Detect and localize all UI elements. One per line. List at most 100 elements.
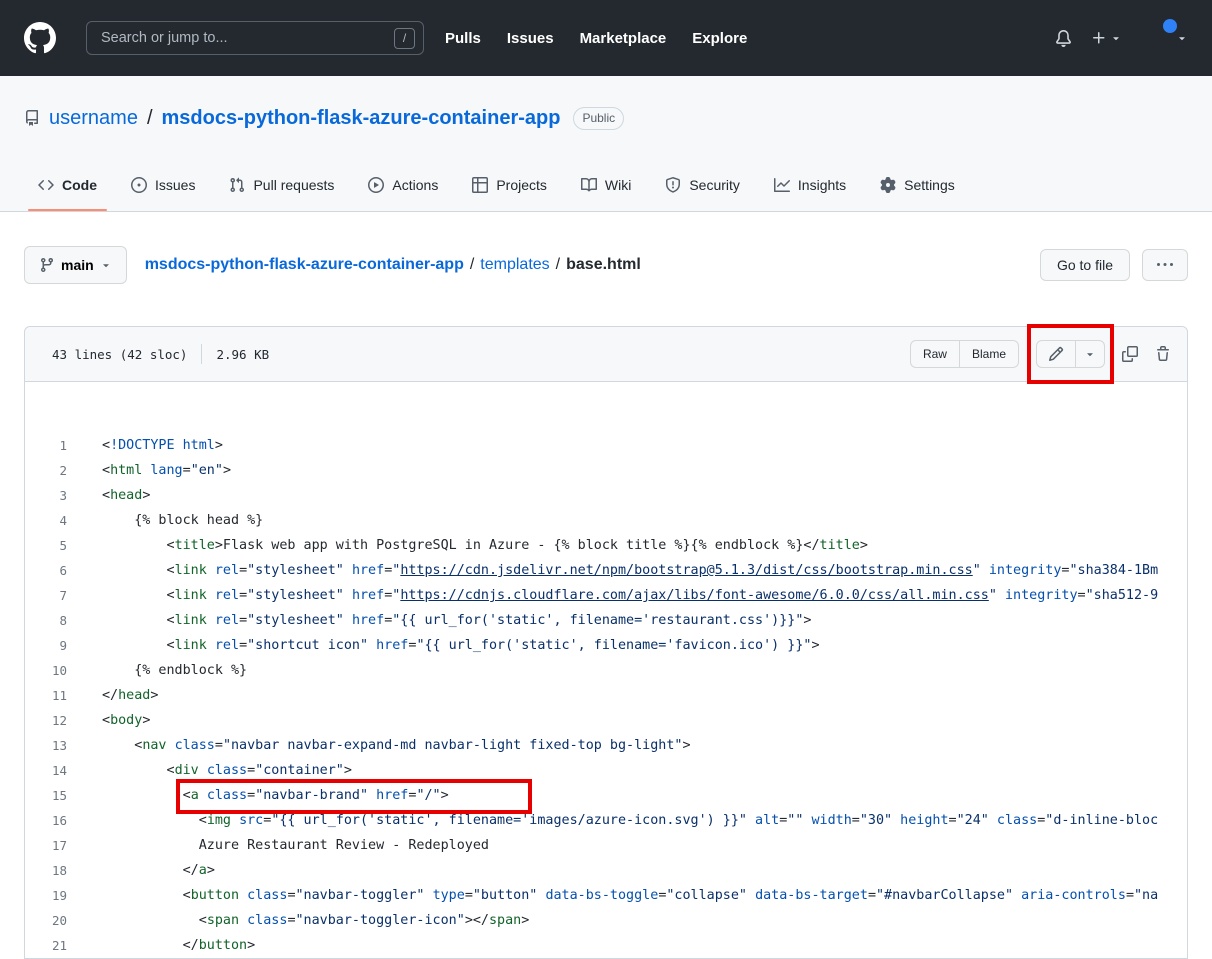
code-text: <img src="{{ url_for('static', filename=… — [79, 808, 1187, 833]
raw-blame-group: Raw Blame — [910, 340, 1019, 368]
tab-label: Wiki — [605, 177, 631, 193]
copy-file-button[interactable] — [1122, 346, 1138, 362]
play-icon — [368, 177, 384, 193]
line-number[interactable]: 4 — [25, 508, 79, 533]
line-number[interactable]: 7 — [25, 583, 79, 608]
edit-pencil-button[interactable] — [1036, 340, 1076, 368]
copy-icon — [1122, 346, 1138, 362]
code-text: </head> — [79, 683, 1187, 708]
main-content: main msdocs-python-flask-azure-container… — [0, 246, 1212, 959]
breadcrumb-separator: / — [470, 256, 474, 274]
repo-owner-link[interactable]: username — [49, 107, 138, 130]
code-text: <link rel="stylesheet" href="https://cdn… — [79, 583, 1187, 608]
nav-marketplace[interactable]: Marketplace — [580, 30, 667, 47]
search-input[interactable] — [99, 29, 394, 47]
repo-title-separator: / — [147, 107, 153, 130]
code-line: 7 <link rel="stylesheet" href="https://c… — [25, 583, 1187, 608]
github-file-view-page: { "colors": { "header_bg": "#24292f", "a… — [0, 0, 1212, 913]
file-meta: 43 lines (42 sloc) 2.96 KB — [41, 344, 269, 364]
code-text: <head> — [79, 483, 1187, 508]
code-line: 21 </button> — [25, 933, 1187, 958]
line-number[interactable]: 9 — [25, 633, 79, 658]
line-number[interactable]: 14 — [25, 758, 79, 783]
code-line: 20 <span class="navbar-toggler-icon"></s… — [25, 908, 1187, 933]
user-menu[interactable] — [1141, 22, 1188, 54]
table-icon — [472, 177, 488, 193]
tab-label: Insights — [798, 177, 846, 193]
line-number[interactable]: 5 — [25, 533, 79, 558]
branch-selector-button[interactable]: main — [24, 246, 127, 284]
github-logo-icon[interactable] — [24, 22, 56, 54]
notifications-bell-icon[interactable] — [1055, 30, 1072, 47]
tab-security[interactable]: Security — [651, 158, 754, 211]
visibility-badge: Public — [573, 107, 624, 130]
code-text: {% block head %} — [79, 508, 1187, 533]
go-to-file-button[interactable]: Go to file — [1040, 249, 1130, 281]
line-number[interactable]: 18 — [25, 858, 79, 883]
chevron-down-icon — [100, 259, 112, 271]
tab-actions[interactable]: Actions — [354, 158, 452, 211]
blame-button[interactable]: Blame — [960, 340, 1019, 368]
global-search[interactable]: / — [86, 21, 424, 55]
line-number[interactable]: 1 — [25, 433, 79, 458]
repo-icon — [24, 110, 40, 126]
code-text: <html lang="en"> — [79, 458, 1187, 483]
raw-button[interactable]: Raw — [910, 340, 960, 368]
tab-issues[interactable]: Issues — [117, 158, 209, 211]
file-navigation-toolbar: main msdocs-python-flask-azure-container… — [24, 246, 1188, 284]
nav-explore[interactable]: Explore — [692, 30, 747, 47]
nav-pulls[interactable]: Pulls — [445, 30, 481, 47]
tab-projects[interactable]: Projects — [458, 158, 561, 211]
repo-tabs: CodeIssues Pull requests Actions Projects Wi… — [24, 158, 1188, 211]
breadcrumb: msdocs-python-flask-azure-container-app … — [145, 256, 641, 274]
file-lines-info: 43 lines (42 sloc) — [52, 347, 187, 362]
breadcrumb-folder-link[interactable]: templates — [480, 256, 549, 274]
code-text: <link rel="stylesheet" href="https://cdn… — [79, 558, 1187, 583]
edit-dropdown-button[interactable] — [1076, 340, 1105, 368]
line-number[interactable]: 13 — [25, 733, 79, 758]
nav-issues[interactable]: Issues — [507, 30, 554, 47]
tab-label: Pull requests — [253, 177, 334, 193]
code-line: 13 <nav class="navbar navbar-expand-md n… — [25, 733, 1187, 758]
line-number[interactable]: 12 — [25, 708, 79, 733]
breadcrumb-repo-link[interactable]: msdocs-python-flask-azure-container-app — [145, 256, 464, 274]
code-line: 2<html lang="en"> — [25, 458, 1187, 483]
code-line: 12<body> — [25, 708, 1187, 733]
line-number[interactable]: 19 — [25, 883, 79, 908]
tab-wiki[interactable]: Wiki — [567, 158, 645, 211]
global-header: / Pulls Issues Marketplace Explore — [0, 0, 1212, 76]
line-number[interactable]: 8 — [25, 608, 79, 633]
code-line: 16 <img src="{{ url_for('static', filena… — [25, 808, 1187, 833]
tab-settings[interactable]: Settings — [866, 158, 969, 211]
code-line: 18 </a> — [25, 858, 1187, 883]
delete-file-button[interactable] — [1155, 346, 1171, 362]
code-text: Azure Restaurant Review - Redeployed — [79, 833, 1187, 858]
create-new-dropdown[interactable] — [1091, 30, 1122, 46]
book-icon — [581, 177, 597, 193]
code-line: 5 <title>Flask web app with PostgreSQL i… — [25, 533, 1187, 558]
tab-insights[interactable]: Insights — [760, 158, 860, 211]
gear-icon — [880, 177, 896, 193]
line-number[interactable]: 15 — [25, 783, 79, 808]
tab-label: Actions — [392, 177, 438, 193]
code-text: <a class="navbar-brand" href="/"> — [79, 783, 1187, 808]
line-number[interactable]: 17 — [25, 833, 79, 858]
line-number[interactable]: 10 — [25, 658, 79, 683]
repo-title: username / msdocs-python-flask-azure-con… — [24, 103, 1188, 133]
graph-icon — [774, 177, 790, 193]
line-number[interactable]: 20 — [25, 908, 79, 933]
repo-name-link[interactable]: msdocs-python-flask-azure-container-app — [162, 107, 561, 130]
line-number[interactable]: 3 — [25, 483, 79, 508]
line-number[interactable]: 16 — [25, 808, 79, 833]
line-number[interactable]: 6 — [25, 558, 79, 583]
line-number[interactable]: 21 — [25, 933, 79, 958]
line-number[interactable]: 2 — [25, 458, 79, 483]
code-line: 9 <link rel="shortcut icon" href="{{ url… — [25, 633, 1187, 658]
more-options-button[interactable] — [1142, 249, 1188, 281]
header-nav: Pulls Issues Marketplace Explore — [445, 30, 747, 47]
line-number[interactable]: 11 — [25, 683, 79, 708]
tab-code[interactable]: Code — [24, 158, 111, 211]
code-text: {% endblock %} — [79, 658, 1187, 683]
code-line: 1<!DOCTYPE html> — [25, 433, 1187, 458]
tab-pull-requests[interactable]: Pull requests — [215, 158, 348, 211]
